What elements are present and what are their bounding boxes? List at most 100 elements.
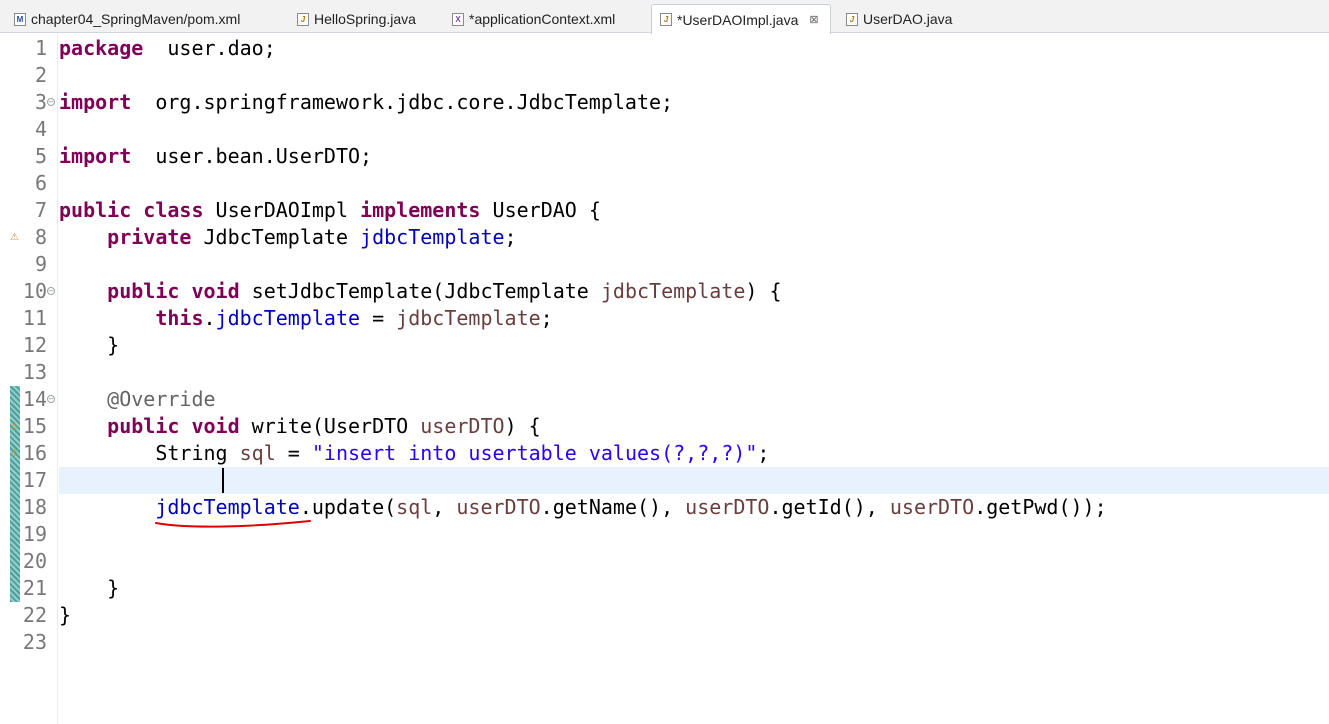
string-literal: "insert into usertable values(?,?,?)" [311, 441, 758, 465]
code-text: = [275, 441, 312, 465]
code-line[interactable]: } [59, 575, 1329, 602]
line-number: 14 [22, 387, 47, 411]
text-caret [222, 468, 224, 493]
fold-toggle-icon[interactable]: − [47, 287, 55, 295]
line-number: 15 [22, 414, 47, 438]
tab-userdao-java[interactable]: J UserDAO.java [832, 5, 962, 33]
keyword: this [155, 306, 204, 330]
keyword: void [191, 414, 240, 438]
code-area[interactable]: } } jdbcTemplate.update(sql, userDTO.get… [59, 33, 1329, 724]
line-number: 20 [22, 549, 47, 573]
code-line[interactable] [59, 467, 1329, 494]
line-number-gutter: ⚠ ⚠ ⚠ 1 2 3−4 5 6 7 8 9 10−11 12 13 14−15 16 17 18 19 20 21 2… [0, 33, 58, 724]
java-file-icon: J [297, 12, 309, 26]
code-text: , [432, 495, 457, 519]
code-line[interactable]: @Override [59, 386, 1329, 413]
code-text: ) { [745, 279, 782, 303]
code-text: . [203, 306, 216, 330]
code-text: user.bean.UserDTO; [131, 144, 373, 168]
fold-toggle-icon[interactable]: − [47, 395, 55, 403]
line-number: 13 [22, 360, 47, 384]
code-line[interactable] [59, 62, 1329, 89]
code-editor[interactable]: ⚠ ⚠ ⚠ 1 2 3−4 5 6 7 8 9 10−11 12 13 14−15 16 17 18 19 20 21 2… [0, 33, 1329, 724]
keyword: public [107, 279, 180, 303]
variable-token: userDTO [456, 495, 541, 519]
field-token: jdbcTemplate [215, 306, 361, 330]
line-number: 10 [22, 279, 47, 303]
tab-label: *UserDAOImpl.java [677, 11, 799, 28]
line-number: 16 [22, 441, 47, 465]
code-line[interactable]: this.jdbcTemplate = jdbcTemplate; [59, 305, 1329, 332]
code-text: } [59, 333, 120, 357]
maven-file-icon: M [14, 12, 26, 26]
code-line[interactable] [59, 251, 1329, 278]
code-text: .getId(), [769, 495, 890, 519]
code-text: } [59, 576, 120, 600]
code-line[interactable]: private JdbcTemplate jdbcTemplate; [59, 224, 1329, 251]
line-number: 22 [22, 603, 47, 627]
variable-token: sql [396, 495, 433, 519]
variable-token: jdbcTemplate [396, 306, 541, 330]
annotation-token: @Override [107, 387, 216, 411]
code-line[interactable]: import org.springframework.jdbc.core.Jdb… [59, 89, 1329, 116]
line-number: 6 [34, 171, 47, 195]
code-line[interactable]: import user.bean.UserDTO; [59, 143, 1329, 170]
code-line[interactable]: public void write(UserDTO userDTO) { [59, 413, 1329, 440]
tab-hellospring-java[interactable]: J HelloSpring.java [283, 5, 435, 33]
keyword: implements [360, 198, 481, 222]
tab-label: *applicationContext.xml [469, 11, 616, 27]
red-underline-annotation [155, 520, 311, 528]
tab-userdaoimpl-java[interactable]: J *UserDAOImpl.java ⊠ [651, 4, 831, 34]
keyword: public [107, 414, 180, 438]
code-line[interactable]: package user.dao; [59, 35, 1329, 62]
code-line[interactable] [59, 170, 1329, 197]
variable-token: userDTO [420, 414, 505, 438]
code-line[interactable] [59, 629, 1329, 656]
line-number: 18 [22, 495, 47, 519]
code-text: ; [504, 225, 517, 249]
code-text: UserDAO { [480, 198, 601, 222]
code-text: .getPwd()); [974, 495, 1107, 519]
fold-toggle-icon[interactable]: − [47, 98, 55, 106]
code-text: ; [757, 441, 770, 465]
variable-token: userDTO [889, 495, 975, 519]
code-text: org.springframework.jdbc.core.JdbcTempla… [131, 90, 674, 114]
code-line[interactable]: public void setJdbcTemplate(JdbcTemplate… [59, 278, 1329, 305]
variable-token: jdbcTemplate [600, 279, 746, 303]
code-text: .getName(), [540, 495, 686, 519]
keyword: void [191, 279, 240, 303]
line-number: 4 [34, 117, 47, 141]
code-text: UserDAOImpl [203, 198, 361, 222]
code-line[interactable] [59, 359, 1329, 386]
java-file-icon: J [846, 12, 858, 26]
code-text: write(UserDTO [239, 414, 421, 438]
tab-chapter04-springmaven-pom-xml[interactable]: Mchapter04_SpringMaven/pom.xml [0, 5, 280, 33]
java-file-icon: J [660, 13, 672, 26]
tab-applicationcontext-xml[interactable]: X *applicationContext.xml [438, 5, 648, 33]
editor-tab-bar: Mchapter04_SpringMaven/pom.xml J HelloSpri… [0, 0, 1329, 34]
line-number: 17 [22, 468, 47, 492]
close-tab-icon[interactable]: ⊠ [809, 13, 818, 26]
code-text: ) { [504, 414, 541, 438]
field-token: jdbcTemplate [360, 225, 505, 249]
code-text: String [59, 441, 240, 465]
code-line[interactable]: public class UserDAOImpl implements User… [59, 197, 1329, 224]
code-text: JdbcTemplate [191, 225, 361, 249]
code-text: } [59, 603, 72, 627]
code-line[interactable]: } [59, 602, 1329, 629]
code-line[interactable] [59, 548, 1329, 575]
code-text: setJdbcTemplate(JdbcTemplate [239, 279, 601, 303]
code-text: = [360, 306, 397, 330]
line-number: 23 [22, 630, 47, 654]
code-text: ; [540, 306, 553, 330]
code-line[interactable] [59, 116, 1329, 143]
code-line[interactable]: } [59, 332, 1329, 359]
code-line[interactable]: String sql = "insert into usertable valu… [59, 440, 1329, 467]
